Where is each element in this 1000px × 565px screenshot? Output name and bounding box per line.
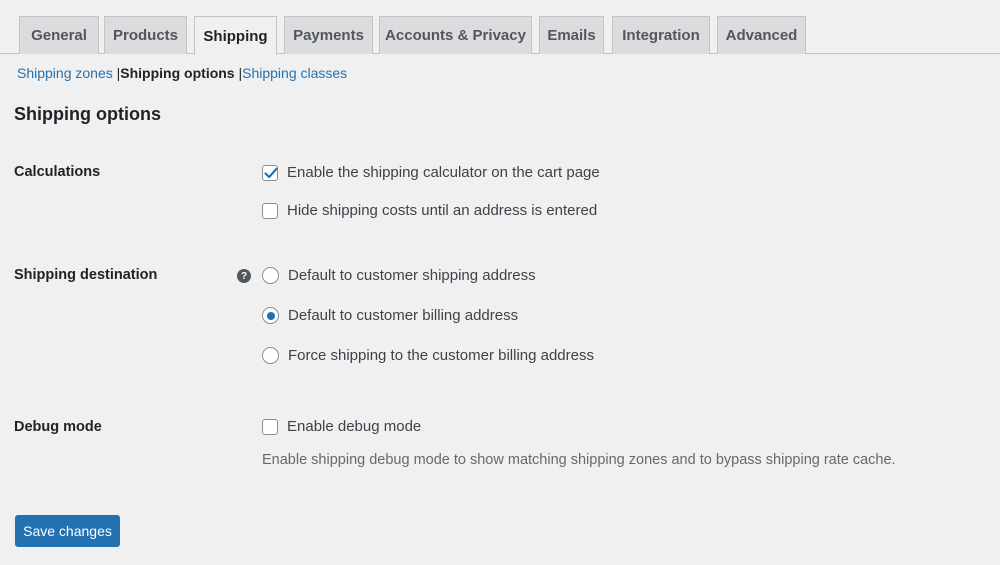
- tab-shipping[interactable]: Shipping: [194, 16, 277, 55]
- hide-shipping-costs-checkbox[interactable]: [262, 202, 278, 219]
- destination-force-billing-radio[interactable]: [262, 347, 279, 364]
- debug-mode-text: Enable debug mode: [287, 418, 422, 435]
- save-changes-button[interactable]: Save changes: [15, 515, 120, 547]
- calculations-label: Calculations: [14, 164, 101, 180]
- tab-payments[interactable]: Payments: [284, 16, 373, 54]
- destination-shipping-address-text: Default to customer shipping address: [288, 267, 536, 284]
- tab-integration[interactable]: Integration: [612, 16, 710, 54]
- settings-tabs: General Products Shipping Payments Accou…: [0, 0, 1000, 55]
- destination-force-billing-option[interactable]: Force shipping to the customer billing a…: [262, 347, 594, 364]
- destination-force-billing-text: Force shipping to the customer billing a…: [288, 347, 594, 364]
- destination-billing-address-radio[interactable]: [262, 307, 279, 324]
- page-title: Shipping options: [14, 104, 161, 124]
- tab-accounts-privacy[interactable]: Accounts & Privacy: [379, 16, 532, 54]
- debug-mode-description: Enable shipping debug mode to show match…: [262, 452, 896, 468]
- subnav-shipping-options[interactable]: Shipping options: [120, 65, 234, 81]
- tab-general[interactable]: General: [19, 16, 99, 54]
- debug-mode-option[interactable]: Enable debug mode: [262, 418, 421, 435]
- hide-shipping-costs-text: Hide shipping costs until an address is …: [287, 202, 598, 219]
- checkmark-icon: [264, 167, 278, 178]
- debug-mode-checkbox[interactable]: [262, 418, 278, 435]
- destination-billing-address-option[interactable]: Default to customer billing address: [262, 307, 518, 324]
- shipping-calculator-checkbox[interactable]: [262, 164, 278, 181]
- destination-billing-address-text: Default to customer billing address: [288, 307, 519, 324]
- shipping-destination-label: Shipping destination: [14, 267, 158, 283]
- tab-advanced[interactable]: Advanced: [717, 16, 806, 54]
- help-icon[interactable]: ?: [237, 269, 251, 283]
- destination-shipping-address-option[interactable]: Default to customer shipping address: [262, 267, 536, 284]
- shipping-subnav: Shipping zones |Shipping options |Shippi…: [17, 65, 347, 81]
- shipping-calculator-text: Enable the shipping calculator on the ca…: [287, 164, 600, 181]
- destination-shipping-address-radio[interactable]: [262, 267, 279, 284]
- subnav-shipping-zones[interactable]: Shipping zones: [17, 65, 113, 81]
- tab-products[interactable]: Products: [104, 16, 187, 54]
- hide-shipping-costs-option[interactable]: Hide shipping costs until an address is …: [262, 202, 597, 219]
- tab-emails[interactable]: Emails: [539, 16, 604, 54]
- shipping-calculator-option[interactable]: Enable the shipping calculator on the ca…: [262, 164, 600, 181]
- debug-mode-label: Debug mode: [14, 419, 102, 435]
- subnav-shipping-classes[interactable]: Shipping classes: [242, 65, 347, 81]
